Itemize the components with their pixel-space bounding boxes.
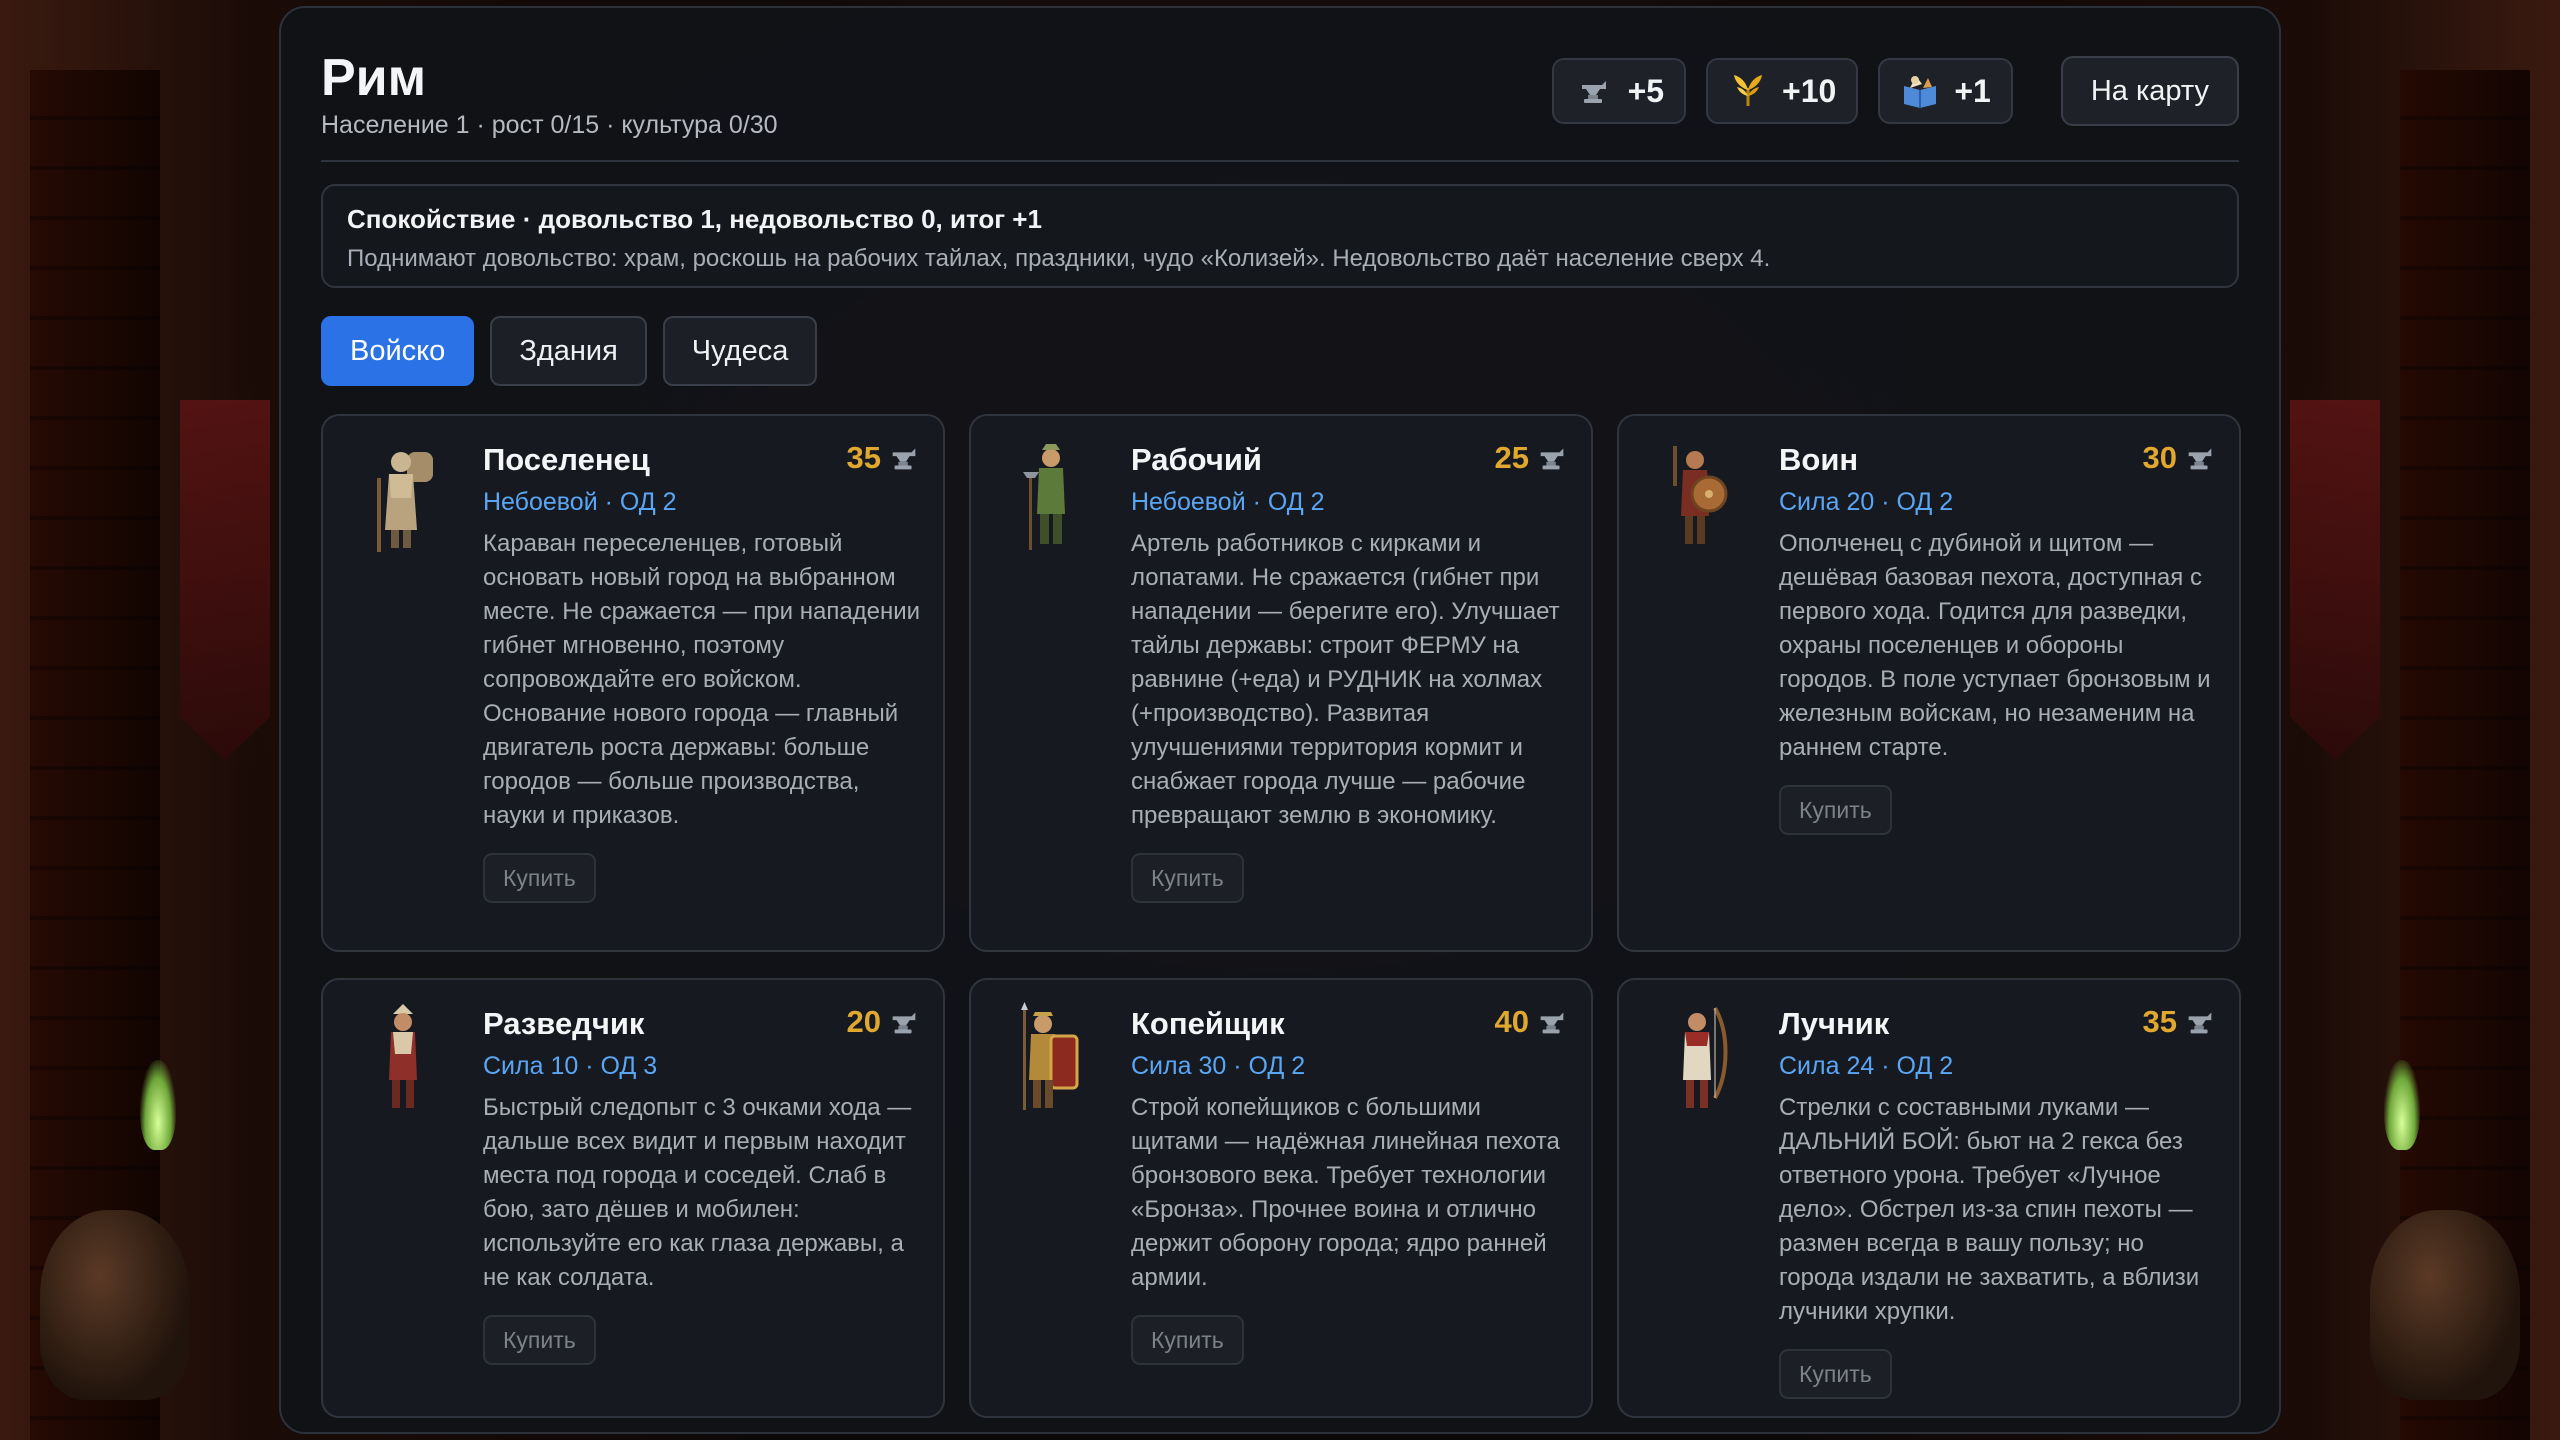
unit-stats: Сила 24 · ОД 2 (1779, 1052, 1954, 1080)
unit-card-spearman: 40 Копейщик Сила 30 · ОД 2 Строй копейщи… (969, 978, 1593, 1418)
unit-cost: 35 (2143, 1004, 2217, 1040)
production-anvil-icon (1574, 71, 1614, 111)
mood-description: Поднимают довольство: храм, роскошь на р… (347, 245, 1771, 272)
unit-card-worker: 25 Рабочий Небоевой · ОД 2 Артель работн… (969, 414, 1593, 952)
worker-portrait-icon (1011, 438, 1091, 558)
production-anvil-icon (1535, 1005, 1569, 1039)
city-header: Рим Население 1 · рост 0/15 · культура 0… (321, 8, 2239, 162)
tab-buildings[interactable]: Здания (490, 316, 647, 386)
unit-stats: Небоевой · ОД 2 (483, 488, 677, 516)
red-banner (2290, 400, 2380, 760)
tab-army[interactable]: Войско (321, 316, 475, 386)
production-anvil-icon (2183, 1005, 2217, 1039)
unit-stats: Сила 20 · ОД 2 (1779, 488, 1954, 516)
unit-grid: 35 Поселенец Небоевой · ОД 2 Караван пер… (321, 414, 2241, 1418)
city-panel: Рим Население 1 · рост 0/15 · культура 0… (279, 6, 2281, 1434)
buy-button[interactable]: Купить (483, 1315, 596, 1365)
to-map-button[interactable]: На карту (2060, 56, 2239, 126)
unit-description: Ополченец с дубиной и щитом — дешёвая ба… (1779, 530, 2211, 761)
archer-portrait-icon (1659, 1002, 1739, 1122)
clay-urn (2370, 1210, 2520, 1400)
buy-button[interactable]: Купить (1131, 853, 1244, 903)
unit-cost-value: 35 (846, 440, 881, 475)
city-stats: Население 1 · рост 0/15 · культура 0/30 (321, 111, 778, 139)
production-anvil-icon (2183, 441, 2217, 475)
tab-wonders[interactable]: Чудеса (662, 316, 818, 386)
mood-title: Спокойствие · довольство 1, недовольство… (347, 204, 1042, 234)
unit-cost-value: 30 (2142, 440, 2177, 475)
unit-card-scout: 20 Разведчик Сила 10 · ОД 3 Быстрый след… (321, 978, 945, 1418)
unit-card-settler: 35 Поселенец Небоевой · ОД 2 Караван пер… (321, 414, 945, 952)
unit-cost: 35 (847, 440, 921, 476)
unit-cost-value: 20 (846, 1004, 881, 1039)
settler-portrait-icon (363, 438, 443, 558)
city-name: Рим (321, 49, 427, 107)
unit-description: Строй копейщиков с большими щитами — над… (1131, 1094, 1560, 1291)
mood-panel: Спокойствие · довольство 1, недовольство… (321, 184, 2239, 288)
production-anvil-icon (887, 441, 921, 475)
unit-stats: Сила 10 · ОД 3 (483, 1052, 658, 1080)
clay-urn (40, 1210, 190, 1400)
background-scene-left (0, 70, 300, 1440)
green-flame (2384, 1060, 2420, 1150)
red-banner (180, 400, 270, 760)
scout-portrait-icon (363, 1002, 443, 1122)
yield-production: +5 (1551, 58, 1687, 124)
spearman-portrait-icon (1011, 1002, 1091, 1122)
yield-science: +1 (1878, 58, 2013, 124)
buy-button[interactable]: Купить (1779, 1349, 1892, 1399)
yield-gold-value: +10 (1782, 72, 1837, 109)
unit-stats: Сила 30 · ОД 2 (1131, 1052, 1306, 1080)
unit-description: Быстрый следопыт с 3 очками хода — дальш… (483, 1094, 912, 1291)
yield-production-value: +5 (1627, 72, 1665, 109)
buy-button[interactable]: Купить (1131, 1315, 1244, 1365)
production-anvil-icon (1535, 441, 1569, 475)
unit-stats: Небоевой · ОД 2 (1131, 488, 1325, 516)
science-book-icon (1900, 71, 1940, 111)
unit-cost-value: 35 (2142, 1004, 2177, 1039)
unit-description: Артель работников с кирками и лопатами. … (1131, 530, 1560, 829)
unit-description: Стрелки с составными луками — ДАЛЬНИЙ БО… (1779, 1094, 2200, 1325)
unit-cost: 30 (2143, 440, 2217, 476)
production-anvil-icon (887, 1005, 921, 1039)
green-flame (140, 1060, 176, 1150)
buy-button[interactable]: Купить (483, 853, 596, 903)
unit-cost-value: 25 (1494, 440, 1529, 475)
unit-cost-value: 40 (1494, 1004, 1529, 1039)
background-scene-right (2260, 70, 2560, 1440)
buy-button[interactable]: Купить (1779, 785, 1892, 835)
tabs: Войско Здания Чудеса (321, 316, 2239, 386)
laurel-gold-icon (1728, 71, 1768, 111)
warrior-portrait-icon (1659, 438, 1739, 558)
yields-bar: +5 +10 +1 На карту (1551, 56, 2239, 126)
unit-card-archer: 35 Лучник Сила 24 · ОД 2 Стрелки с соста… (1617, 978, 2241, 1418)
unit-cost: 20 (847, 1004, 921, 1040)
yield-science-value: +1 (1954, 72, 1991, 109)
yield-gold: +10 (1706, 58, 1859, 124)
unit-cost: 25 (1495, 440, 1569, 476)
unit-description: Караван переселенцев, готовый основать н… (483, 530, 921, 829)
unit-card-warrior: 30 Воин Сила 20 · ОД 2 Ополченец с дубин… (1617, 414, 2241, 952)
unit-cost: 40 (1495, 1004, 1569, 1040)
